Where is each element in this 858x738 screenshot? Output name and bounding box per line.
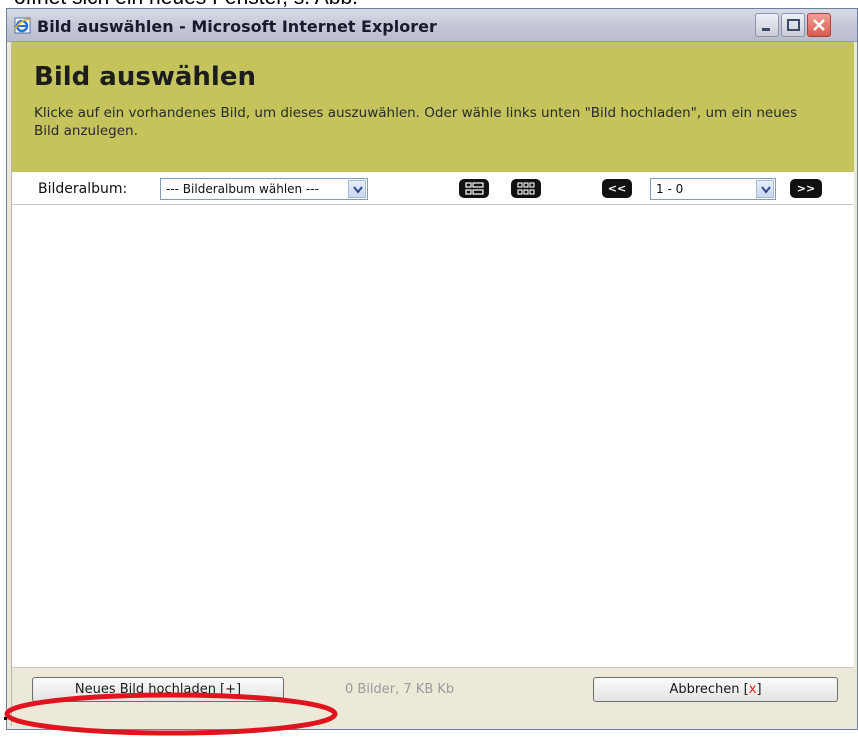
cancel-button[interactable]: Abbrechen [x] xyxy=(593,677,838,702)
chevron-down-icon[interactable] xyxy=(756,180,774,198)
page-select-value: 1 - 0 xyxy=(656,182,684,196)
cancel-label: Abbrechen [ xyxy=(669,682,749,697)
grid-view-icon xyxy=(517,182,535,195)
list-view-icon xyxy=(465,182,484,195)
cancel-label-close: ] xyxy=(756,682,762,697)
ie-window: Bild auswählen - Microsoft Internet Expl… xyxy=(6,8,858,730)
grid-view-button[interactable] xyxy=(511,179,541,198)
window-title: Bild auswählen - Microsoft Internet Expl… xyxy=(37,17,437,36)
minimize-icon xyxy=(762,28,770,31)
minimize-button[interactable] xyxy=(755,13,779,37)
album-select-value: --- Bilderalbum wählen --- xyxy=(166,182,319,196)
ie-logo-icon xyxy=(14,17,32,34)
highlight-ellipse xyxy=(4,692,338,736)
title-bar[interactable]: Bild auswählen - Microsoft Internet Expl… xyxy=(7,9,857,42)
list-view-button[interactable] xyxy=(459,179,489,198)
album-label: Bilderalbum: xyxy=(38,181,128,197)
toolbar: Bilderalbum: --- Bilderalbum wählen --- xyxy=(12,172,854,205)
chevron-down-icon[interactable] xyxy=(348,180,366,198)
bullet-dot xyxy=(4,717,7,720)
prev-page-button[interactable]: << xyxy=(602,179,632,198)
maximize-icon xyxy=(787,19,800,31)
next-page-button[interactable]: >> xyxy=(790,179,822,198)
page-select[interactable]: 1 - 0 xyxy=(650,178,776,200)
album-select[interactable]: --- Bilderalbum wählen --- xyxy=(160,178,368,200)
page-description: Klicke auf ein vorhandenes Bild, um dies… xyxy=(34,105,798,139)
dialog-body: Bild auswählen Klicke auf ein vorhandene… xyxy=(11,42,854,727)
image-count-text: 0 Bilder, 7 KB Kb xyxy=(345,682,455,697)
close-icon xyxy=(813,19,825,31)
close-button[interactable] xyxy=(807,13,831,37)
maximize-button[interactable] xyxy=(781,13,805,37)
page-title: Bild auswählen xyxy=(34,62,256,92)
image-gallery-area[interactable] xyxy=(12,205,854,667)
header-band: Bild auswählen Klicke auf ein vorhandene… xyxy=(12,42,854,172)
